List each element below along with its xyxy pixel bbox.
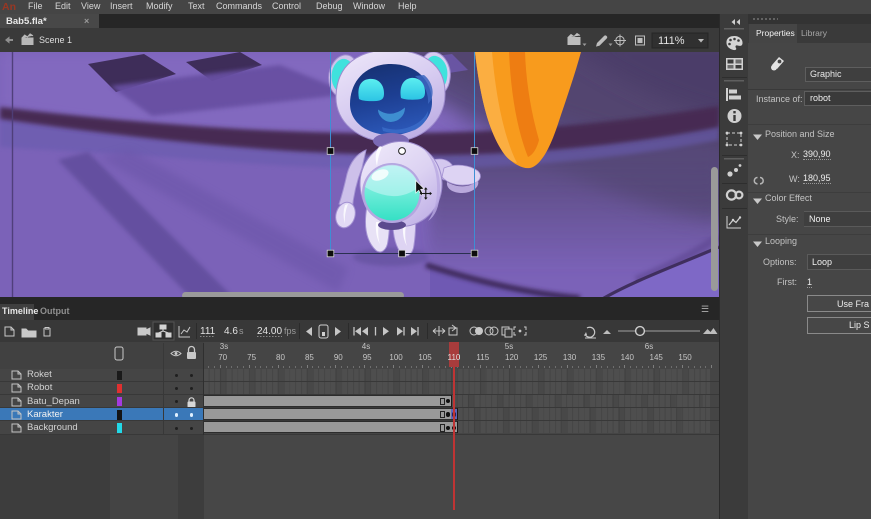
svg-text:4.6: 4.6 — [224, 326, 238, 337]
svg-text:24.00: 24.00 — [257, 326, 282, 337]
svg-text:s: s — [239, 326, 244, 336]
svg-text:111: 111 — [200, 326, 216, 337]
svg-text:fps: fps — [284, 326, 297, 336]
svg-text:111%: 111% — [658, 35, 685, 47]
